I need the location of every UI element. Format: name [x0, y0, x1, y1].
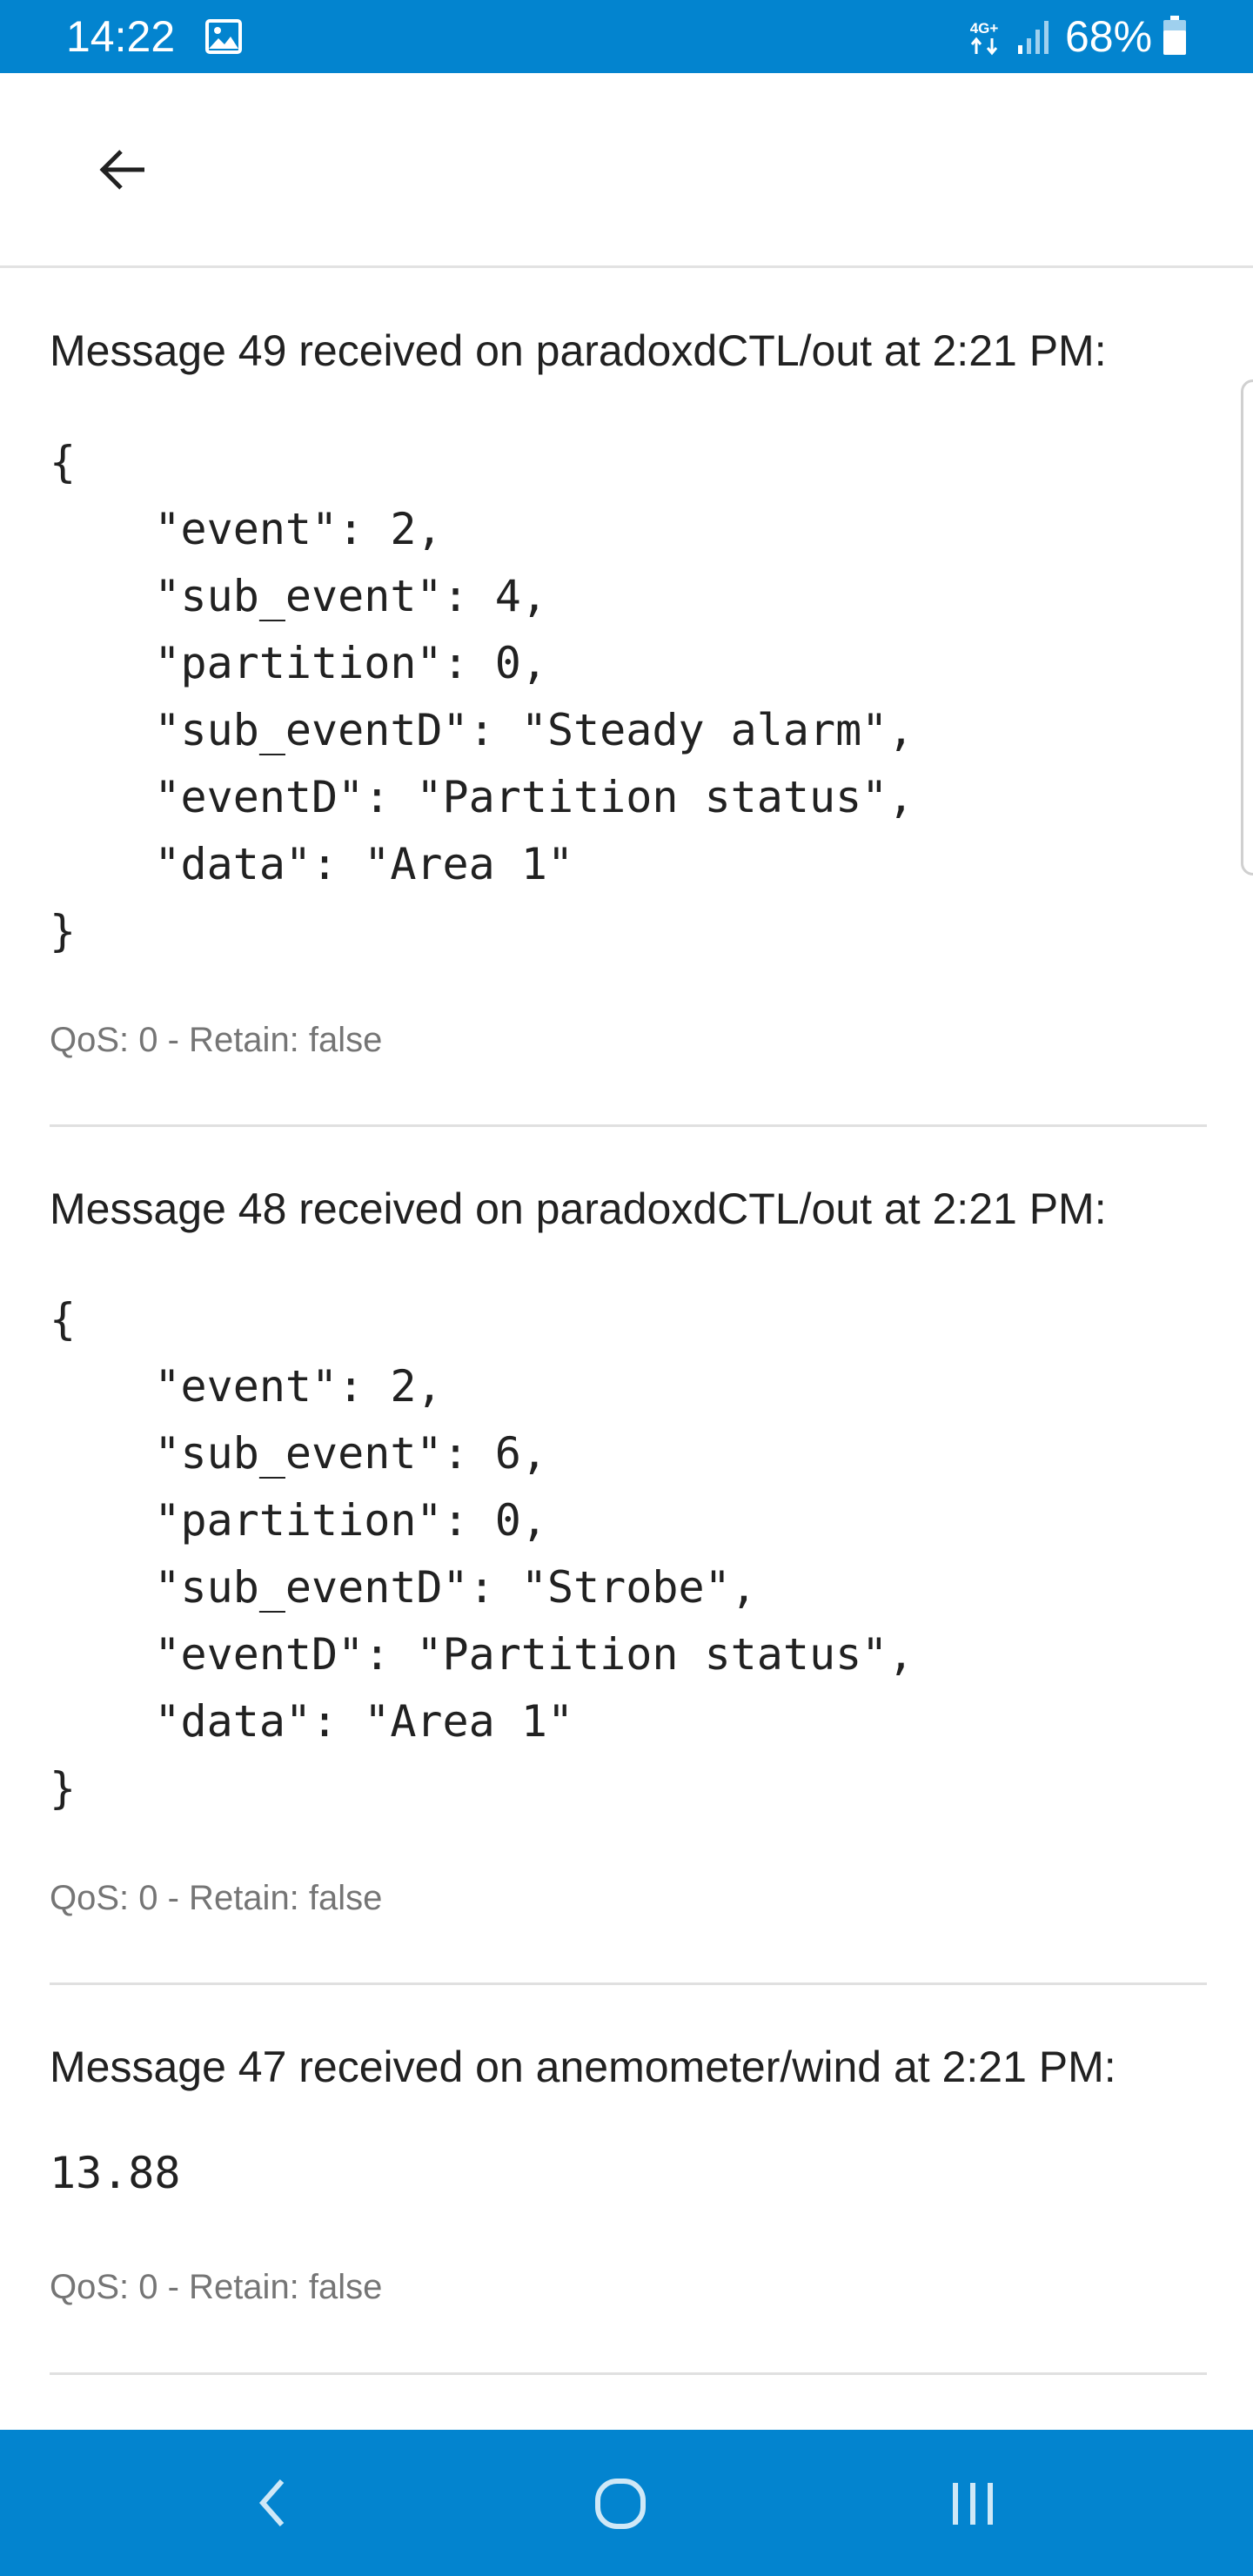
- message-payload: 13.88: [50, 2148, 181, 2198]
- signal-icon: [1018, 21, 1049, 54]
- message-qos: QoS: 0 - Retain: false: [50, 1021, 383, 1059]
- message-list: Message 49 received on paradoxdCTL/out a…: [50, 268, 1207, 2375]
- arrow-left-icon: [99, 150, 144, 190]
- message-item[interactable]: Message 49 received on paradoxdCTL/out a…: [50, 268, 1207, 1127]
- message-payload: { "event": 2, "sub_event": 6, "partition…: [50, 1294, 915, 1814]
- battery-percent: 68%: [1065, 12, 1153, 61]
- nav-back-button[interactable]: [230, 2459, 317, 2546]
- nav-recents-button[interactable]: [929, 2459, 1016, 2546]
- navigation-bar: [0, 2430, 1253, 2576]
- image-icon: [205, 19, 242, 54]
- message-item[interactable]: Message 47 received on anemometer/wind a…: [50, 1985, 1207, 2375]
- back-button[interactable]: [84, 131, 162, 209]
- battery-icon: [1163, 16, 1186, 55]
- status-time: 14:22: [66, 12, 176, 61]
- message-header: Message 47 received on anemometer/wind a…: [50, 2043, 1116, 2091]
- message-item[interactable]: Message 48 received on paradoxdCTL/out a…: [50, 1127, 1207, 1985]
- nav-home-button[interactable]: [578, 2459, 665, 2546]
- message-payload: { "event": 2, "sub_event": 4, "partition…: [50, 437, 915, 956]
- message-qos: QoS: 0 - Retain: false: [50, 2268, 383, 2306]
- network-type-label: 4G+: [970, 20, 999, 37]
- nav-recents-icon: [953, 2483, 993, 2525]
- nav-back-icon: [259, 2479, 285, 2526]
- network-icon: 4G+: [970, 20, 999, 56]
- message-header: Message 48 received on paradoxdCTL/out a…: [50, 1184, 1107, 1233]
- message-header: Message 49 received on paradoxdCTL/out a…: [50, 326, 1107, 375]
- nav-home-icon: [595, 2479, 646, 2529]
- edge-panel-handle[interactable]: [1241, 379, 1253, 875]
- status-bar: 14:22 4G+ 68%: [0, 0, 1253, 73]
- app-bar: [0, 73, 1253, 268]
- message-qos: QoS: 0 - Retain: false: [50, 1879, 383, 1917]
